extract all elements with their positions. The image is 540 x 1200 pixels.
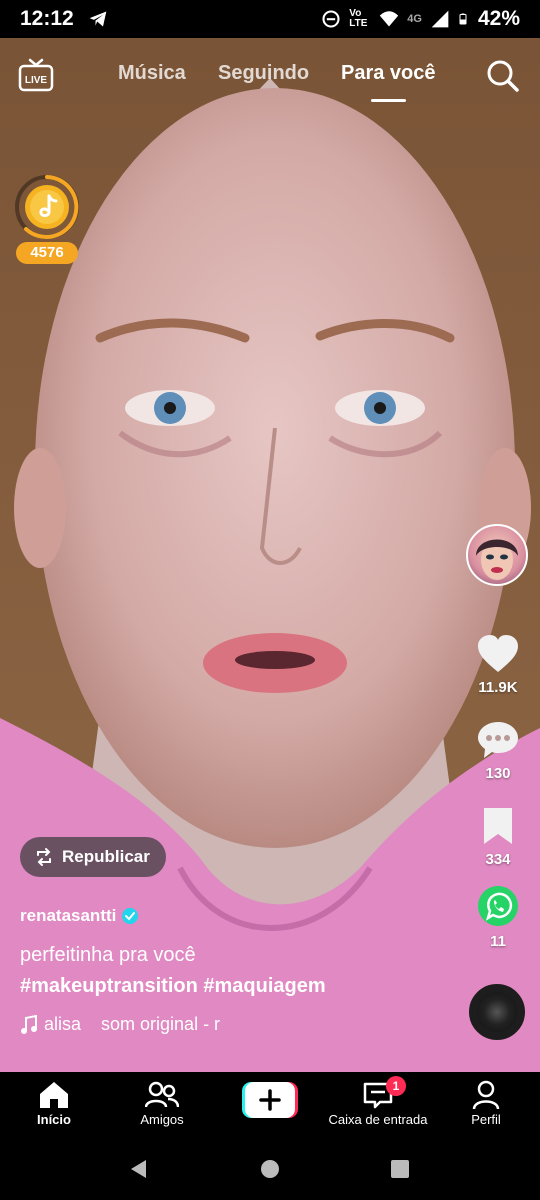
save-count: 334 bbox=[485, 851, 511, 868]
caption-text: perfeitinha pra você bbox=[20, 944, 196, 966]
whatsapp-icon bbox=[478, 886, 518, 926]
tab-para-voce[interactable]: Para você bbox=[341, 62, 436, 102]
caption-hashtags[interactable]: #makeuptransition #maquiagem bbox=[20, 971, 450, 1002]
inbox-badge: 1 bbox=[386, 1076, 406, 1096]
creator-avatar[interactable] bbox=[466, 524, 528, 586]
search-icon[interactable] bbox=[485, 58, 521, 94]
telegram-icon bbox=[89, 11, 107, 27]
verified-icon bbox=[122, 908, 139, 924]
network-type-label: 4G bbox=[407, 13, 422, 25]
bookmark-icon bbox=[484, 808, 512, 844]
nav-inicio-label: Início bbox=[37, 1112, 71, 1127]
republish-label: Republicar bbox=[62, 847, 150, 866]
bottom-nav: Início Amigos 1 Caixa de entrada Perfil bbox=[0, 1072, 540, 1138]
music-note-icon bbox=[21, 1014, 37, 1034]
like-count: 11.9K bbox=[478, 679, 518, 696]
nav-caixa-de-entrada[interactable]: 1 Caixa de entrada bbox=[326, 1076, 430, 1127]
home-icon bbox=[40, 1082, 68, 1108]
post-caption: perfeitinha pra você #makeuptransition #… bbox=[20, 940, 450, 1002]
coin-count: 4576 bbox=[16, 242, 78, 264]
recents-icon[interactable] bbox=[389, 1158, 411, 1180]
like-button[interactable]: 11.9K bbox=[462, 634, 534, 696]
heart-icon bbox=[478, 635, 518, 672]
signal-icon bbox=[431, 10, 449, 28]
republish-button[interactable]: Republicar bbox=[20, 837, 166, 877]
coin-icon bbox=[15, 175, 79, 239]
back-icon[interactable] bbox=[128, 1158, 150, 1180]
friends-icon bbox=[145, 1081, 179, 1108]
username-text: renatasantti bbox=[20, 906, 117, 925]
music-disc[interactable] bbox=[469, 984, 525, 1040]
create-button[interactable] bbox=[242, 1082, 298, 1118]
battery-icon bbox=[459, 13, 467, 25]
comment-icon bbox=[478, 722, 518, 758]
network-label: Vo LTE bbox=[349, 8, 368, 29]
share-count: 11 bbox=[490, 933, 506, 950]
music-info[interactable]: alisa som original - r bbox=[20, 1014, 220, 1035]
battery-percent: 42% bbox=[477, 7, 520, 30]
avatar-image bbox=[476, 539, 518, 580]
tab-musica[interactable]: Música bbox=[118, 62, 186, 85]
tab-seguindo[interactable]: Seguindo bbox=[218, 62, 309, 85]
nav-perfil[interactable]: Perfil bbox=[436, 1078, 536, 1127]
status-time: 12:12 bbox=[20, 7, 74, 30]
creator-username[interactable]: renatasantti bbox=[20, 906, 139, 926]
nav-amigos[interactable]: Amigos bbox=[112, 1078, 212, 1127]
status-bar: 12:12 Vo LTE 4G 42% bbox=[0, 0, 540, 38]
nav-caixa-label: Caixa de entrada bbox=[328, 1112, 428, 1127]
feed-tabs: Música Seguindo Para você bbox=[0, 62, 540, 102]
nav-perfil-label: Perfil bbox=[471, 1112, 501, 1127]
system-nav-bar bbox=[0, 1138, 540, 1200]
share-button[interactable]: 11 bbox=[462, 884, 534, 950]
nav-inicio[interactable]: Início bbox=[4, 1078, 104, 1127]
music-text: alisa som original - r bbox=[44, 1014, 221, 1034]
repost-icon bbox=[37, 848, 51, 866]
top-nav: LIVE Música Seguindo Para você bbox=[0, 52, 540, 112]
comment-count: 130 bbox=[485, 765, 511, 782]
profile-icon bbox=[472, 1080, 500, 1110]
do-not-disturb-icon bbox=[322, 10, 340, 28]
save-button[interactable]: 334 bbox=[462, 806, 534, 868]
wifi-icon bbox=[380, 11, 399, 27]
nav-amigos-label: Amigos bbox=[140, 1112, 184, 1127]
coin-reward[interactable]: 4576 bbox=[14, 174, 80, 266]
home-circle-icon[interactable] bbox=[259, 1158, 281, 1180]
comment-button[interactable]: 130 bbox=[462, 720, 534, 782]
